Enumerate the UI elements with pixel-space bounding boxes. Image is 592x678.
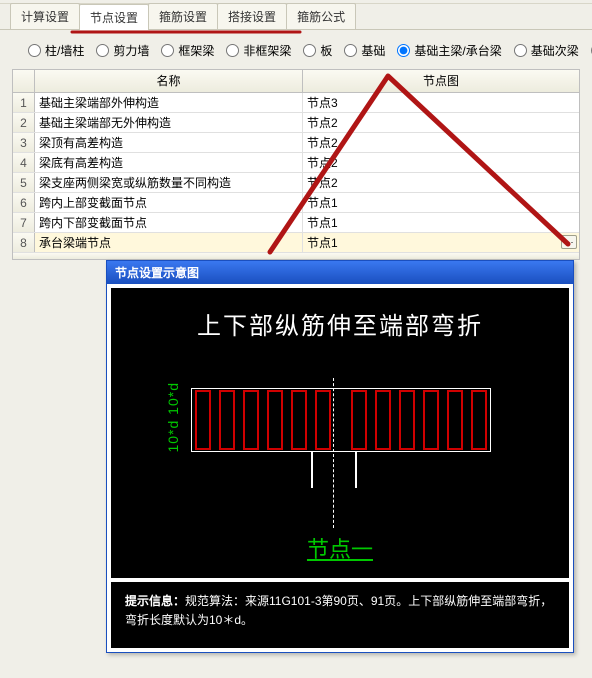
beam-section: [191, 388, 491, 452]
tab-stirrup-settings[interactable]: 箍筋设置: [148, 3, 218, 29]
radio-label: 板: [320, 42, 332, 59]
row-node[interactable]: 节点3: [303, 93, 579, 112]
radio-foundation-secondary-beam[interactable]: 基础次梁: [514, 42, 579, 59]
radio-nonframe-beam[interactable]: 非框架梁: [226, 42, 291, 59]
tab-lap-settings[interactable]: 搭接设置: [217, 3, 287, 29]
row-number: 3: [13, 133, 35, 152]
tab-label: 箍筋公式: [297, 10, 345, 24]
tab-label: 节点设置: [90, 11, 138, 25]
row-number: 6: [13, 193, 35, 212]
table-row[interactable]: 4梁底有高差构造节点2: [13, 153, 579, 173]
diagram-canvas: 上下部纵筋伸至端部弯折 10*d 10*d 节点一: [111, 288, 569, 578]
info-prefix: 提示信息：: [125, 594, 185, 608]
row-name: 梁底有高差构造: [35, 153, 303, 172]
tab-label: 计算设置: [21, 10, 69, 24]
tab-stirrup-formula[interactable]: 箍筋公式: [286, 3, 356, 29]
grid-header-name[interactable]: 名称: [35, 70, 303, 92]
row-name: 承台梁端节点: [35, 233, 303, 252]
row-number: 4: [13, 153, 35, 172]
node-diagram-window: 节点设置示意图 上下部纵筋伸至端部弯折 10*d 10*d 节点一 提示信息：规…: [106, 260, 574, 653]
tab-calc-settings[interactable]: 计算设置: [10, 3, 80, 29]
centerline: [333, 378, 334, 528]
row-name: 跨内上部变截面节点: [35, 193, 303, 212]
row-name: 梁支座两侧梁宽或纵筋数量不同构造: [35, 173, 303, 192]
row-name: 基础主梁端部外伸构造: [35, 93, 303, 112]
radio-label: 剪力墙: [113, 42, 149, 59]
table-row[interactable]: 2基础主梁端部无外伸构造节点2: [13, 113, 579, 133]
table-row[interactable]: 1基础主梁端部外伸构造节点3: [13, 93, 579, 113]
radio-label: 框架梁: [178, 42, 214, 59]
row-name: 基础主梁端部无外伸构造: [35, 113, 303, 132]
radio-label: 基础: [361, 42, 385, 59]
diagram-info: 提示信息：规范算法：来源11G101-3第90页、91页。上下部纵筋伸至端部弯折…: [111, 582, 569, 648]
node-grid: 名称 节点图 1基础主梁端部外伸构造节点32基础主梁端部无外伸构造节点23梁顶有…: [12, 69, 580, 260]
support-line: [355, 452, 357, 488]
table-row[interactable]: 8承台梁端节点节点1⋯: [13, 233, 579, 253]
radio-label: 基础主梁/承台梁: [414, 42, 501, 59]
tab-node-settings[interactable]: 节点设置: [79, 4, 149, 30]
row-node[interactable]: 节点1: [303, 213, 579, 232]
row-number: 5: [13, 173, 35, 192]
row-number: 8: [13, 233, 35, 252]
diagram-heading: 上下部纵筋伸至端部弯折: [111, 306, 569, 341]
table-row[interactable]: 3梁顶有高差构造节点2: [13, 133, 579, 153]
row-node[interactable]: 节点1⋯: [303, 233, 579, 252]
dim-label-vertical: 10*d 10*d: [165, 382, 181, 453]
grid-header: 名称 节点图: [13, 70, 579, 93]
radio-label: 柱/墙柱: [45, 42, 84, 59]
category-radios: 柱/墙柱 剪力墙 框架梁 非框架梁 板 基础 基础主梁/承台梁 基础次梁 砌: [0, 30, 592, 69]
radio-label: 基础次梁: [531, 42, 579, 59]
radio-foundation-main-beam[interactable]: 基础主梁/承台梁: [397, 42, 501, 59]
radio-frame-beam[interactable]: 框架梁: [161, 42, 214, 59]
tab-label: 箍筋设置: [159, 10, 207, 24]
row-name: 梁顶有高差构造: [35, 133, 303, 152]
table-row[interactable]: 6跨内上部变截面节点节点1: [13, 193, 579, 213]
row-number: 2: [13, 113, 35, 132]
row-number: 7: [13, 213, 35, 232]
row-node[interactable]: 节点2: [303, 173, 579, 192]
radio-column-wall[interactable]: 柱/墙柱: [28, 42, 84, 59]
radio-shear-wall[interactable]: 剪力墙: [96, 42, 149, 59]
more-button[interactable]: ⋯: [561, 235, 577, 249]
tab-label: 搭接设置: [228, 10, 276, 24]
row-node[interactable]: 节点2: [303, 113, 579, 132]
grid-header-node[interactable]: 节点图: [303, 70, 579, 92]
row-name: 跨内下部变截面节点: [35, 213, 303, 232]
table-row[interactable]: 5梁支座两侧梁宽或纵筋数量不同构造节点2: [13, 173, 579, 193]
table-row[interactable]: 7跨内下部变截面节点节点1: [13, 213, 579, 233]
info-text: 规范算法：来源11G101-3第90页、91页。上下部纵筋伸至端部弯折，弯折长度…: [125, 594, 552, 627]
support-line: [311, 452, 313, 488]
row-node[interactable]: 节点1: [303, 193, 579, 212]
row-number: 1: [13, 93, 35, 112]
tab-bar: 计算设置 节点设置 箍筋设置 搭接设置 箍筋公式: [0, 4, 592, 30]
radio-label: 非框架梁: [243, 42, 291, 59]
row-node[interactable]: 节点2: [303, 133, 579, 152]
diagram-title-bar[interactable]: 节点设置示意图: [107, 261, 573, 284]
radio-foundation[interactable]: 基础: [344, 42, 385, 59]
radio-slab[interactable]: 板: [303, 42, 332, 59]
grid-header-num: [13, 70, 35, 92]
row-node[interactable]: 节点2: [303, 153, 579, 172]
diagram-node-label: 节点一: [111, 532, 569, 564]
